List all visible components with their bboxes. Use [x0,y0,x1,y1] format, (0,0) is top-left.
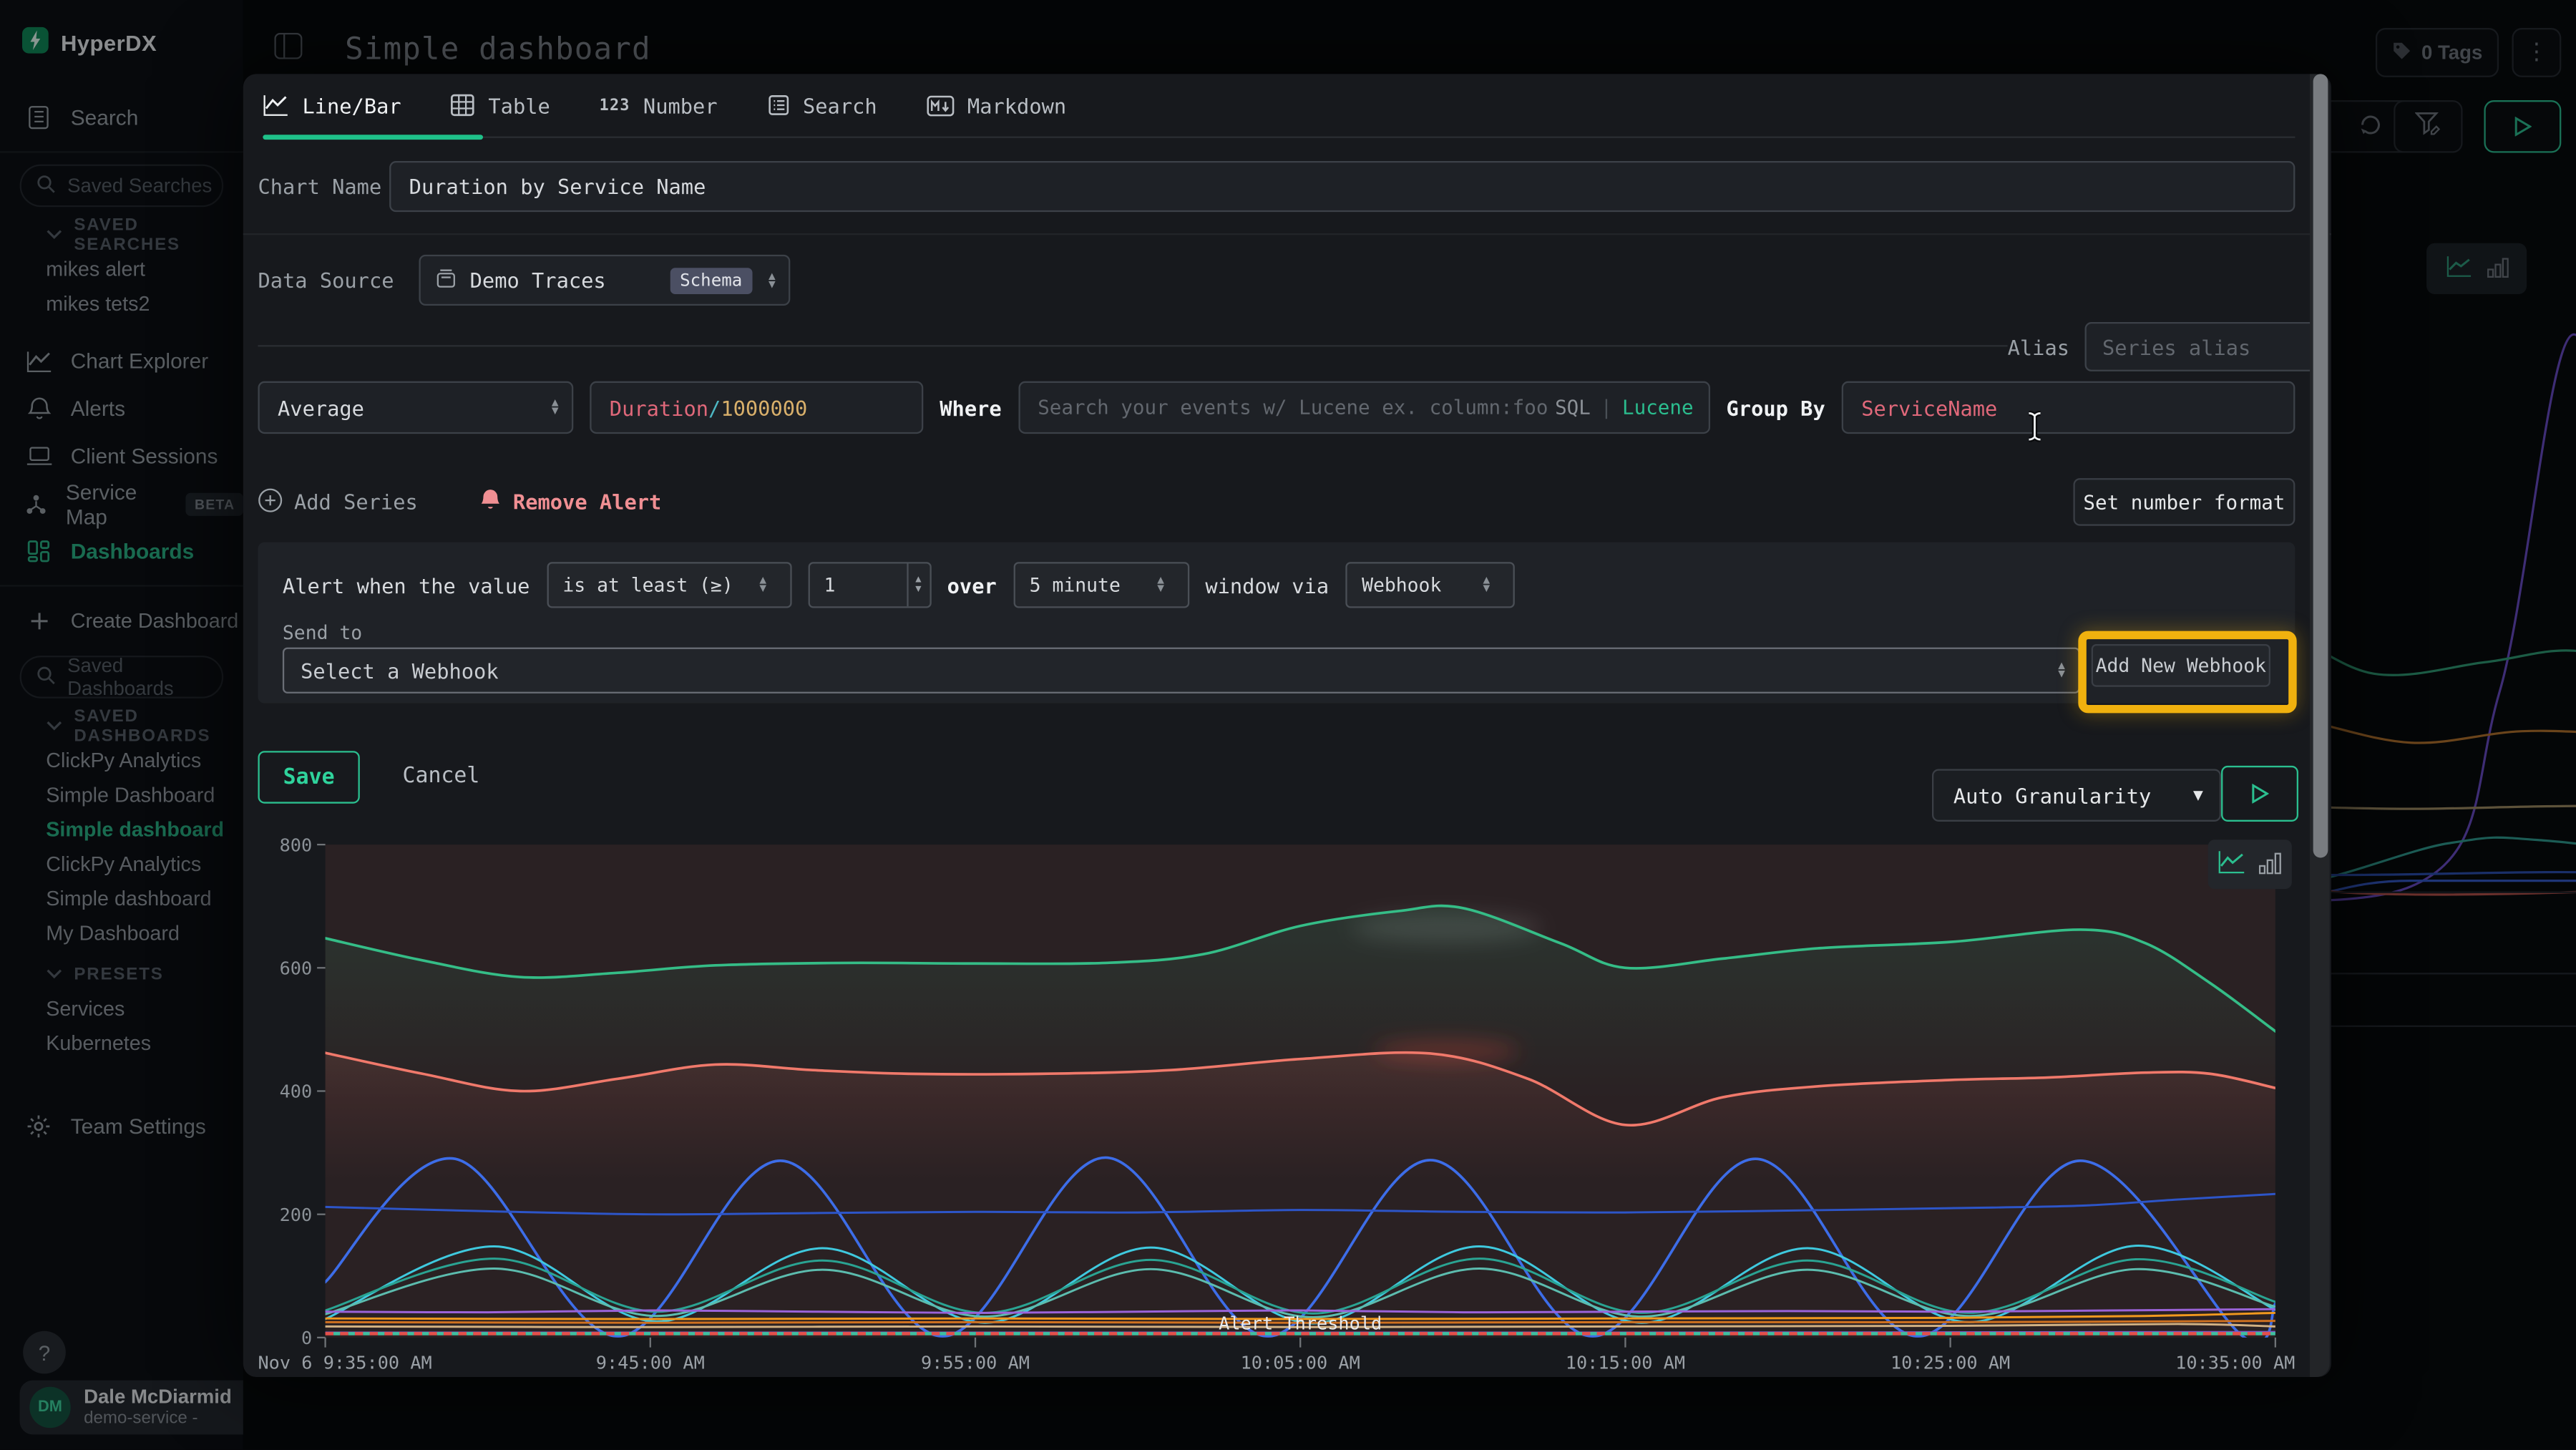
x-tick-label: 10:15:00 AM [1566,1353,1685,1374]
x-tick-label: 10:35:00 AM [2175,1353,2295,1374]
x-tick-label: 9:45:00 AM [596,1353,705,1374]
y-tick-label: 0 [246,1328,312,1349]
y-tick-label: 400 [246,1081,312,1103]
active-tab-underline [263,135,483,140]
alert-threshold-label: Alert Threshold [1219,1313,1382,1334]
y-tick-label: 200 [246,1205,312,1226]
scrollbar-thumb[interactable] [2313,74,2328,857]
duration-chart [243,74,2331,1377]
x-tick-label: 10:05:00 AM [1241,1353,1360,1374]
x-tick-label: 10:25:00 AM [1890,1353,2010,1374]
modal-scrollbar[interactable] [2310,74,2330,1377]
text-cursor [2024,411,2046,449]
chart-type-toggle[interactable] [2208,840,2292,889]
x-tick-label: Nov 6 9:35:00 AM [258,1353,431,1374]
line-chart-icon [2218,849,2245,880]
x-tick-label: 9:55:00 AM [921,1353,1030,1374]
edit-chart-modal: Line/BarTable123NumberSearchMarkdown Cha… [243,74,2331,1377]
app-root: HyperDX SearchSaved SearchesSAVED SEARCH… [0,0,2576,1450]
y-tick-label: 800 [246,835,312,856]
y-tick-label: 600 [246,958,312,980]
bar-chart-icon [2259,849,2282,880]
